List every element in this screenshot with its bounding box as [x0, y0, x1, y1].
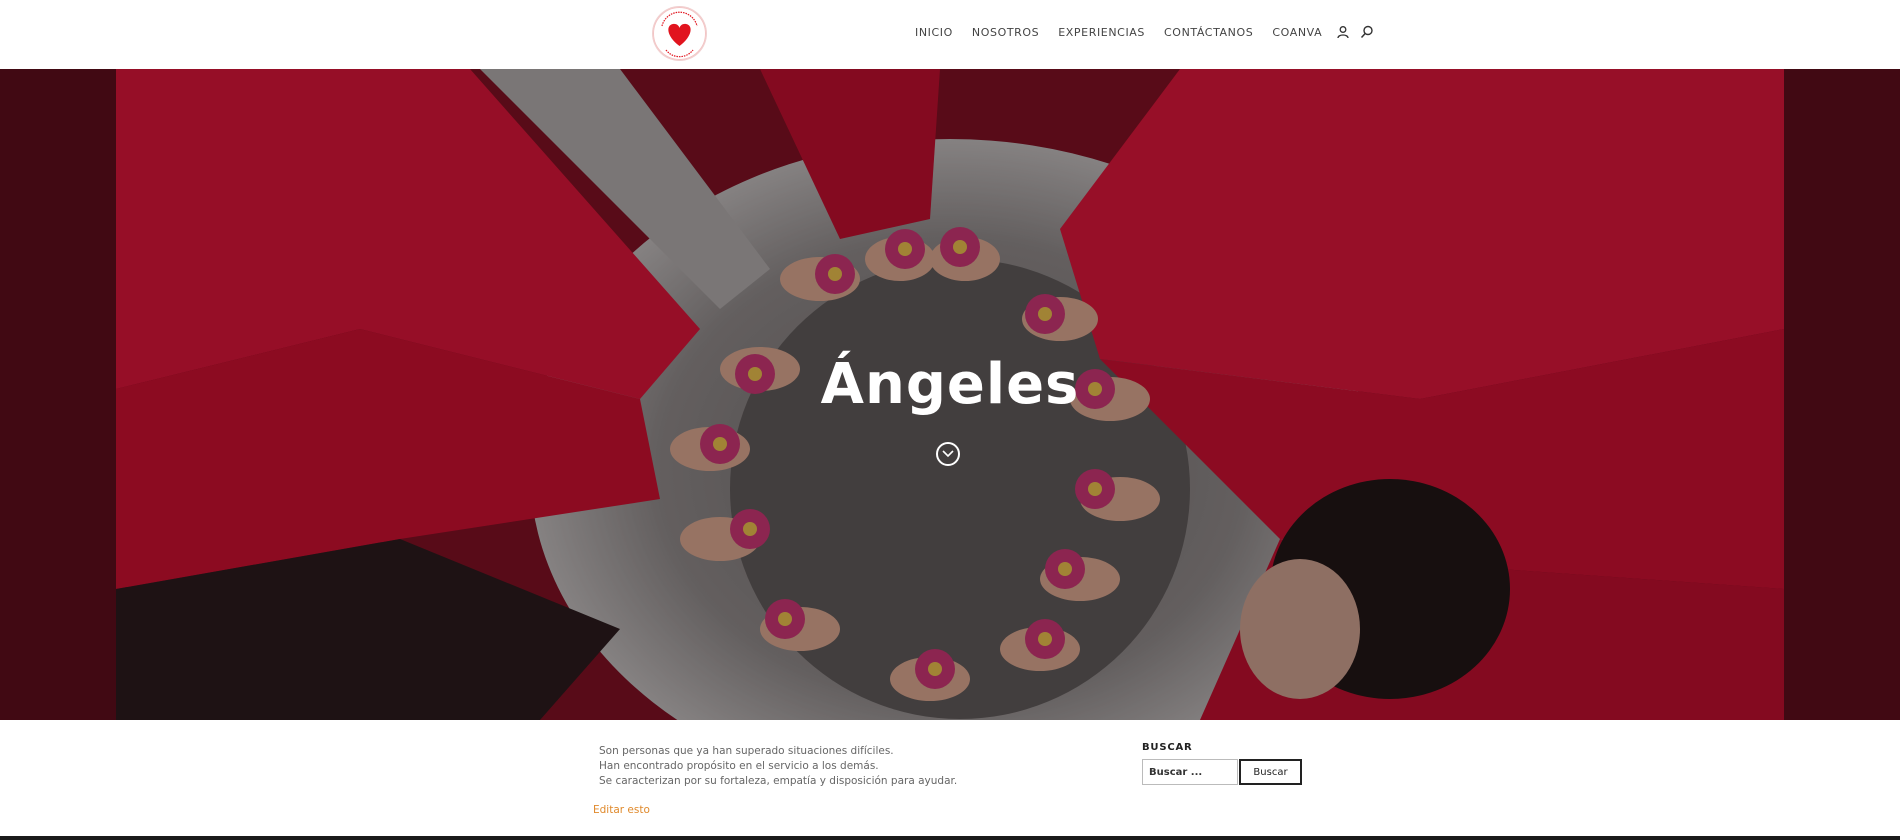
description-line: Son personas que ya han superado situaci… [599, 745, 894, 757]
heart-logo-icon [653, 7, 706, 60]
search-button[interactable]: Buscar [1239, 759, 1302, 785]
scroll-down-button[interactable] [936, 442, 960, 466]
nav-item-coanva[interactable]: COANVA [1272, 26, 1322, 39]
nav-item-contactanos[interactable]: CONTÁCTANOS [1164, 26, 1253, 39]
nav-item-inicio[interactable]: INICIO [915, 26, 953, 39]
footer-divider [0, 836, 1900, 840]
page-content: Son personas que ya han superado situaci… [0, 720, 1900, 840]
main-nav: INICIO NOSOTROS EXPERIENCIAS CONTÁCTANOS… [915, 24, 1382, 40]
search-form: Buscar [1142, 759, 1302, 785]
search-input[interactable] [1142, 759, 1238, 785]
description-line: Se caracterizan por su fortaleza, empatí… [599, 775, 958, 787]
site-logo[interactable] [652, 6, 707, 61]
edit-link[interactable]: Editar esto [593, 804, 650, 816]
user-icon[interactable] [1336, 25, 1350, 39]
search-icon[interactable] [1360, 25, 1374, 39]
site-header: INICIO NOSOTROS EXPERIENCIAS CONTÁCTANOS… [0, 0, 1900, 69]
description: Son personas que ya han superado situaci… [599, 746, 957, 791]
nav-item-nosotros[interactable]: NOSOTROS [972, 26, 1039, 39]
search-widget: BUSCAR Buscar [1142, 742, 1302, 785]
hero-banner: Ángeles [0, 69, 1900, 720]
page-title: Ángeles [820, 352, 1080, 417]
description-line: Han encontrado propósito en el servicio … [599, 760, 879, 772]
chevron-down-icon [942, 450, 954, 458]
nav-item-experiencias[interactable]: EXPERIENCIAS [1058, 26, 1145, 39]
search-heading: BUSCAR [1142, 742, 1193, 753]
